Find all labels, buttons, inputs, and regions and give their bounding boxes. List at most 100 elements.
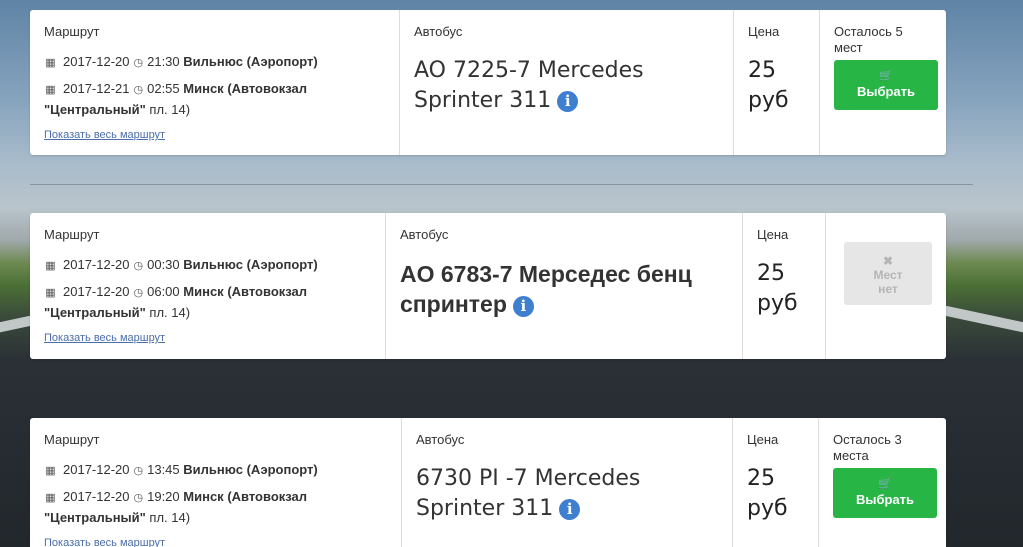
arrival-stop: (Автовокзал bbox=[227, 81, 308, 96]
arrival-date: 2017-12-21 bbox=[63, 81, 130, 96]
no-seats-label-2: нет bbox=[878, 282, 898, 296]
trip-card: Маршрут ▦ 2017-12-20 ◷ 21:30 Вильнюс (Аэроп… bbox=[30, 10, 946, 155]
calendar-icon: ▦ bbox=[45, 492, 56, 504]
price-value: 25 bbox=[747, 466, 775, 491]
clock-icon: ◷ bbox=[133, 84, 144, 96]
trip-card: Маршрут ▦ 2017-12-20 ◷ 13:45 Вильнюс (Аэроп… bbox=[30, 418, 946, 547]
departure-line: ▦ 2017-12-20 ◷ 21:30 Вильнюс (Аэропорт) bbox=[44, 52, 385, 73]
seats-column: Осталось 5 мест 🛒 Выбрать bbox=[819, 10, 946, 155]
departure-time: 00:30 bbox=[147, 257, 180, 272]
bus-name-line2: Sprinter 311 bbox=[416, 496, 554, 521]
arrival-time: 19:20 bbox=[147, 489, 180, 504]
arrival-time: 02:55 bbox=[147, 81, 180, 96]
no-seats-label-1: Мест bbox=[873, 268, 903, 282]
arrival-city: Минск bbox=[183, 489, 224, 504]
price-label: Цена bbox=[748, 24, 780, 39]
calendar-icon: ▦ bbox=[45, 465, 56, 477]
clock-icon: ◷ bbox=[133, 260, 144, 272]
price: 25 руб bbox=[748, 56, 805, 116]
arrival-line: ▦ 2017-12-20 ◷ 06:00 Минск (Автовокзал "Цент… bbox=[44, 282, 371, 322]
price-column: Цена 25 руб bbox=[733, 10, 819, 155]
departure-time: 21:30 bbox=[147, 54, 180, 69]
departure-stop: (Аэропорт) bbox=[246, 462, 318, 477]
route-label: Маршрут bbox=[44, 24, 100, 39]
bus-label: Автобус bbox=[400, 227, 449, 242]
bus-name-line1: AO 7225-7 Mercedes bbox=[414, 58, 644, 83]
calendar-icon: ▦ bbox=[45, 57, 56, 69]
arrival-stop-name: "Центральный" bbox=[44, 102, 146, 117]
bus-column: Автобус 6730 PI -7 Mercedes Sprinter 311… bbox=[401, 418, 732, 547]
info-icon[interactable]: i bbox=[559, 499, 581, 520]
departure-date: 2017-12-20 bbox=[63, 257, 130, 272]
runway-light-right bbox=[943, 305, 1023, 341]
calendar-icon: ▦ bbox=[45, 260, 56, 272]
select-button[interactable]: 🛒 Выбрать bbox=[833, 468, 937, 518]
show-route-link[interactable]: Показать весь маршрут bbox=[44, 129, 165, 141]
show-route-link[interactable]: Показать весь маршрут bbox=[44, 332, 165, 344]
seats-column: ✖ Мест нет bbox=[825, 213, 946, 359]
price-unit: руб bbox=[757, 291, 798, 316]
route-column: Маршрут ▦ 2017-12-20 ◷ 13:45 Вильнюс (Аэроп… bbox=[30, 418, 401, 547]
departure-line: ▦ 2017-12-20 ◷ 13:45 Вильнюс (Аэропорт) bbox=[44, 460, 387, 481]
price-unit: руб bbox=[747, 496, 788, 521]
departure-date: 2017-12-20 bbox=[63, 54, 130, 69]
calendar-icon: ▦ bbox=[45, 287, 56, 299]
arrival-stop-name: "Центральный" bbox=[44, 305, 146, 320]
price-label: Цена bbox=[747, 432, 779, 447]
departure-city: Вильнюс bbox=[183, 257, 243, 272]
bus-name-line2: спринтер bbox=[400, 291, 507, 317]
arrival-stop: (Автовокзал bbox=[227, 489, 308, 504]
clock-icon: ◷ bbox=[133, 492, 144, 504]
price: 25 руб bbox=[747, 464, 804, 524]
arrival-stop: (Автовокзал bbox=[227, 284, 308, 299]
bus-name: AO 7225-7 Mercedes Sprinter 311 i bbox=[414, 56, 719, 116]
arrival-date: 2017-12-20 bbox=[63, 489, 130, 504]
select-button[interactable]: 🛒 Выбрать bbox=[834, 60, 938, 110]
bus-name: AO 6783-7 Мерседес бенц спринтер i bbox=[400, 259, 728, 319]
arrival-date: 2017-12-20 bbox=[63, 284, 130, 299]
arrival-city: Минск bbox=[183, 284, 224, 299]
route-column: Маршрут ▦ 2017-12-20 ◷ 00:30 Вильнюс (Аэроп… bbox=[30, 213, 385, 359]
calendar-icon: ▦ bbox=[45, 84, 56, 96]
bus-name-line1: 6730 PI -7 Mercedes bbox=[416, 466, 641, 491]
arrival-city: Минск bbox=[183, 81, 224, 96]
arrival-stop-address: пл. 14) bbox=[145, 305, 191, 320]
cart-icon: 🛒 bbox=[878, 478, 892, 490]
departure-line: ▦ 2017-12-20 ◷ 00:30 Вильнюс (Аэропорт) bbox=[44, 255, 371, 276]
departure-city: Вильнюс bbox=[183, 462, 243, 477]
departure-time: 13:45 bbox=[147, 462, 180, 477]
arrival-stop-name: "Центральный" bbox=[44, 510, 146, 525]
arrival-time: 06:00 bbox=[147, 284, 180, 299]
bus-column: Автобус AO 7225-7 Mercedes Sprinter 311 i bbox=[399, 10, 733, 155]
departure-date: 2017-12-20 bbox=[63, 462, 130, 477]
bus-name: 6730 PI -7 Mercedes Sprinter 311 i bbox=[416, 464, 718, 524]
select-button-label: Выбрать bbox=[855, 492, 915, 507]
section-divider bbox=[30, 184, 973, 185]
price: 25 руб bbox=[757, 259, 811, 319]
bus-label: Автобус bbox=[416, 432, 465, 447]
info-icon[interactable]: i bbox=[557, 91, 579, 112]
route-column: Маршрут ▦ 2017-12-20 ◷ 21:30 Вильнюс (Аэроп… bbox=[30, 10, 399, 155]
route-label: Маршрут bbox=[44, 432, 100, 447]
price-label: Цена bbox=[757, 227, 789, 242]
arrival-stop-address: пл. 14) bbox=[145, 510, 191, 525]
select-button-label: Выбрать bbox=[856, 84, 916, 99]
cart-icon: 🛒 bbox=[879, 70, 893, 82]
close-icon: ✖ bbox=[882, 254, 894, 268]
arrival-line: ▦ 2017-12-20 ◷ 19:20 Минск (Автовокзал "Цент… bbox=[44, 487, 387, 527]
departure-city: Вильнюс bbox=[183, 54, 243, 69]
clock-icon: ◷ bbox=[133, 465, 144, 477]
bus-name-line1: AO 6783-7 Мерседес бенц bbox=[400, 261, 692, 287]
price-column: Цена 25 руб bbox=[742, 213, 825, 359]
price-value: 25 bbox=[748, 58, 776, 83]
route-label: Маршрут bbox=[44, 227, 100, 242]
seats-column: Осталось 3 места 🛒 Выбрать bbox=[818, 418, 946, 547]
clock-icon: ◷ bbox=[133, 57, 144, 69]
clock-icon: ◷ bbox=[133, 287, 144, 299]
info-icon[interactable]: i bbox=[512, 296, 534, 317]
price-unit: руб bbox=[748, 88, 789, 113]
bus-name-line2: Sprinter 311 bbox=[414, 88, 552, 113]
departure-stop: (Аэропорт) bbox=[246, 257, 318, 272]
show-route-link[interactable]: Показать весь маршрут bbox=[44, 537, 165, 547]
bus-column: Автобус AO 6783-7 Мерседес бенц спринтер… bbox=[385, 213, 742, 359]
